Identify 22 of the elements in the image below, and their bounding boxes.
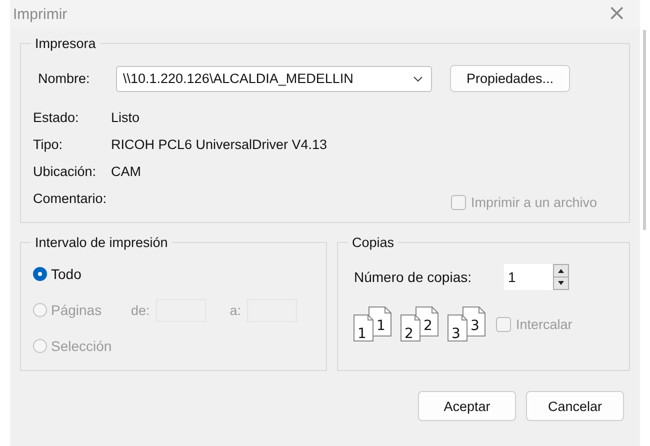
group-legend: Intervalo de impresión: [31, 235, 172, 250]
info-label: Comentario:: [33, 191, 108, 206]
window-title: Imprimir: [13, 6, 68, 22]
field-label: Número de copias:: [354, 269, 473, 285]
copies-spinner[interactable]: 1: [504, 264, 569, 290]
info-label: Ubicación:: [33, 164, 98, 179]
info-label: Estado:: [33, 110, 80, 125]
dialog-button[interactable]: Aceptar: [418, 391, 516, 421]
field-label: de:: [131, 302, 150, 318]
dialog-button[interactable]: Cancelar: [526, 391, 624, 421]
info-value: RICOH PCL6 UniversalDriver V4.13: [111, 137, 328, 152]
group-legend: Copias: [348, 235, 398, 250]
info-value: Listo: [111, 110, 140, 125]
printer-dropdown[interactable]: \\10.1.220.126\ALCALDIA_MEDELLIN: [116, 66, 432, 92]
group-legend: Impresora: [31, 36, 100, 51]
caret-icon: [413, 76, 423, 82]
field-label: a:: [230, 302, 242, 318]
radio-option[interactable]: Todo: [33, 266, 131, 282]
info-value: CAM: [111, 164, 141, 179]
field-label: Nombre:: [37, 71, 91, 86]
properties-button[interactable]: Propiedades...: [450, 65, 570, 92]
info-label: Tipo:: [33, 137, 64, 152]
